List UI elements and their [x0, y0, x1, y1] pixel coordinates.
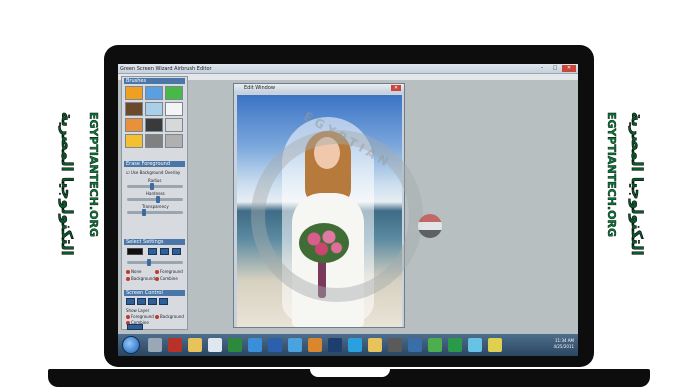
brush-swatch[interactable] [165, 118, 183, 132]
radio-background[interactable]: Background [126, 276, 155, 281]
brush-swatch[interactable] [145, 102, 163, 116]
app-icon[interactable] [388, 338, 402, 352]
brush-grid [125, 86, 185, 148]
skype-icon[interactable] [348, 338, 362, 352]
screen-control-button[interactable] [159, 298, 168, 305]
radio-layer-background[interactable]: Background [155, 314, 184, 319]
system-clock[interactable]: 11:34 AM 4/25/2011 [538, 338, 574, 350]
photoshop-icon[interactable] [328, 338, 342, 352]
app-title: Green Screen Wizard Airbrush Editor [120, 66, 212, 72]
pen-icon[interactable] [448, 338, 462, 352]
clock-date: 4/25/2011 [553, 344, 574, 349]
radio-none[interactable]: None [126, 269, 141, 274]
brush-swatch[interactable] [165, 102, 183, 116]
app-icon[interactable] [468, 338, 482, 352]
brush-swatch[interactable] [145, 86, 163, 100]
slider-label: Transparency [142, 204, 169, 209]
document-icon[interactable] [208, 338, 222, 352]
minimize-button[interactable]: – [536, 65, 548, 72]
brushes-header: Brushes [124, 78, 185, 84]
tools-panel: Brushes Erase Foreground ☑ Use Backgroun… [121, 76, 188, 330]
slider-knob[interactable] [156, 196, 160, 203]
folder-icon[interactable] [368, 338, 382, 352]
screen-control-button[interactable] [137, 298, 146, 305]
apply-button[interactable] [127, 324, 143, 330]
radius-slider[interactable] [127, 183, 183, 190]
brand-arabic-text: التكنولوجيا المصرية [58, 112, 77, 256]
media-icon[interactable] [308, 338, 322, 352]
screen-control-header: Screen Control [124, 290, 185, 296]
brush-swatch[interactable] [125, 86, 143, 100]
brush-swatch[interactable] [125, 102, 143, 116]
slider-knob[interactable] [147, 259, 151, 266]
color-swatch[interactable] [127, 248, 143, 255]
excel-icon[interactable] [228, 338, 242, 352]
app-titlebar: Green Screen Wizard Airbrush Editor – □ … [118, 64, 578, 74]
erase-option-checkbox[interactable]: ☑ Use Background Overlay [126, 170, 180, 175]
laptop-notch [310, 369, 390, 377]
select-tool-button[interactable] [148, 248, 157, 255]
taskbar: 11:34 AM 4/25/2011 [118, 334, 578, 356]
brand-arabic-text: التكنولوجيا المصرية [628, 112, 647, 256]
watermark-ring [251, 130, 423, 302]
edit-window-title: Edit Window [244, 85, 275, 91]
select-tool-button[interactable] [160, 248, 169, 255]
brand-latin-text: EGYPTIANTECH.ORG [87, 112, 100, 237]
radio-foreground[interactable]: Foreground [155, 269, 183, 274]
erase-option-label: Use Background Overlay [130, 170, 181, 175]
flag-icon [418, 214, 442, 238]
maximize-button[interactable]: □ [549, 65, 561, 72]
side-logo-left: التكنولوجيا المصرية EGYPTIANTECH.ORG [52, 112, 102, 288]
shield-icon[interactable] [428, 338, 442, 352]
brush-swatch[interactable] [125, 118, 143, 132]
word-icon[interactable] [268, 338, 282, 352]
screen-control-button[interactable] [148, 298, 157, 305]
filezilla-icon[interactable] [168, 338, 182, 352]
erase-foreground-header: Erase Foreground [124, 161, 185, 167]
chat-icon[interactable] [288, 338, 302, 352]
transparency-slider[interactable] [127, 209, 183, 216]
app-icon[interactable] [408, 338, 422, 352]
folder-icon[interactable] [188, 338, 202, 352]
side-logo-right: EGYPTIANTECH.ORG التكنولوجيا المصرية [600, 112, 650, 288]
select-slider[interactable] [127, 259, 183, 266]
screen-control-button[interactable] [126, 298, 135, 305]
hardness-slider[interactable] [127, 196, 183, 203]
ie-icon[interactable] [248, 338, 262, 352]
close-button[interactable]: ✕ [562, 65, 576, 72]
brush-swatch[interactable] [145, 134, 163, 148]
show-layer-label: Show Layer [126, 308, 150, 313]
brush-swatch[interactable] [165, 134, 183, 148]
brush-swatch[interactable] [145, 118, 163, 132]
slider-knob[interactable] [150, 183, 154, 190]
brush-swatch[interactable] [125, 134, 143, 148]
slider-knob[interactable] [142, 209, 146, 216]
app-icon[interactable] [488, 338, 502, 352]
brush-swatch[interactable] [165, 86, 183, 100]
tools-icon[interactable] [148, 338, 162, 352]
radio-layer-foreground[interactable]: Foreground [126, 314, 154, 319]
select-settings-header: Select Settings [124, 239, 185, 245]
edit-window-titlebar: Edit Window ✕ [234, 84, 404, 93]
edit-window-close-button[interactable]: ✕ [391, 85, 401, 91]
radio-combine[interactable]: Combine [155, 276, 178, 281]
brand-latin-text: EGYPTIANTECH.ORG [605, 112, 618, 237]
select-tool-button[interactable] [172, 248, 181, 255]
start-button[interactable] [122, 336, 140, 354]
